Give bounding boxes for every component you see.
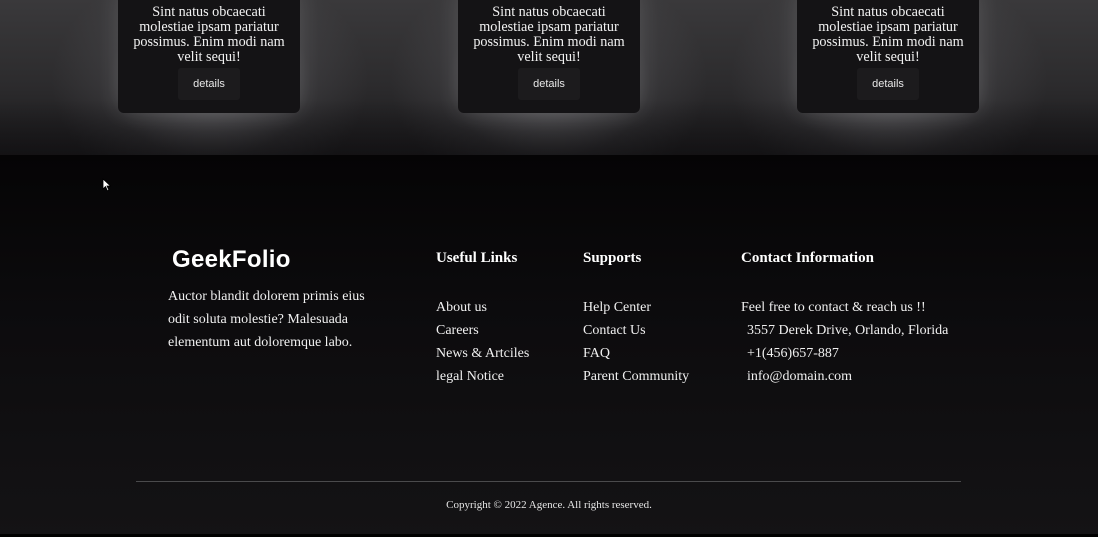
details-button[interactable]: details xyxy=(178,68,240,100)
details-button[interactable]: details xyxy=(857,68,919,100)
contact-list: Feel free to contact & reach us !! 3557 … xyxy=(741,296,948,388)
contact-phone[interactable]: +1(456)657-887 xyxy=(741,342,948,365)
service-card: Sint natus obcaecati molestiae ipsam par… xyxy=(118,0,300,113)
mouse-pointer-icon xyxy=(102,178,112,192)
service-card: Sint natus obcaecati molestiae ipsam par… xyxy=(797,0,979,113)
services-section: Sint natus obcaecati molestiae ipsam par… xyxy=(0,0,1098,155)
contact-intro: Feel free to contact & reach us !! xyxy=(741,300,926,315)
useful-links-list: About us Careers News & Artciles legal N… xyxy=(436,296,529,388)
copyright-text: Copyright © 2022 Agence. All rights rese… xyxy=(446,499,652,511)
supports-title: Supports xyxy=(583,250,642,266)
footer-link-careers[interactable]: Careers xyxy=(436,319,529,342)
contact-title: Contact Information xyxy=(741,250,874,266)
contact-email[interactable]: info@domain.com xyxy=(741,365,948,388)
card-description: Sint natus obcaecati molestiae ipsam par… xyxy=(473,4,625,65)
details-button[interactable]: details xyxy=(518,68,580,100)
footer-link-help-center[interactable]: Help Center xyxy=(583,296,689,319)
useful-links-title: Useful Links xyxy=(436,250,518,266)
card-description: Sint natus obcaecati molestiae ipsam par… xyxy=(812,4,964,65)
footer-about-text: Auctor blandit dolorem primis eius odit … xyxy=(168,289,365,350)
footer-link-legal[interactable]: legal Notice xyxy=(436,365,529,388)
footer-link-about[interactable]: About us xyxy=(436,296,529,319)
service-card: Sint natus obcaecati molestiae ipsam par… xyxy=(458,0,640,113)
contact-address: 3557 Derek Drive, Orlando, Florida xyxy=(747,323,949,338)
footer-link-faq[interactable]: FAQ xyxy=(583,342,689,365)
footer-link-contact-us[interactable]: Contact Us xyxy=(583,319,689,342)
footer-divider xyxy=(136,481,961,482)
footer-link-parent-community[interactable]: Parent Community xyxy=(583,365,689,388)
footer-logo[interactable]: GeekFolio xyxy=(172,246,291,274)
footer-link-news[interactable]: News & Artciles xyxy=(436,342,529,365)
card-description: Sint natus obcaecati molestiae ipsam par… xyxy=(133,4,285,65)
supports-list: Help Center Contact Us FAQ Parent Commun… xyxy=(583,296,689,388)
